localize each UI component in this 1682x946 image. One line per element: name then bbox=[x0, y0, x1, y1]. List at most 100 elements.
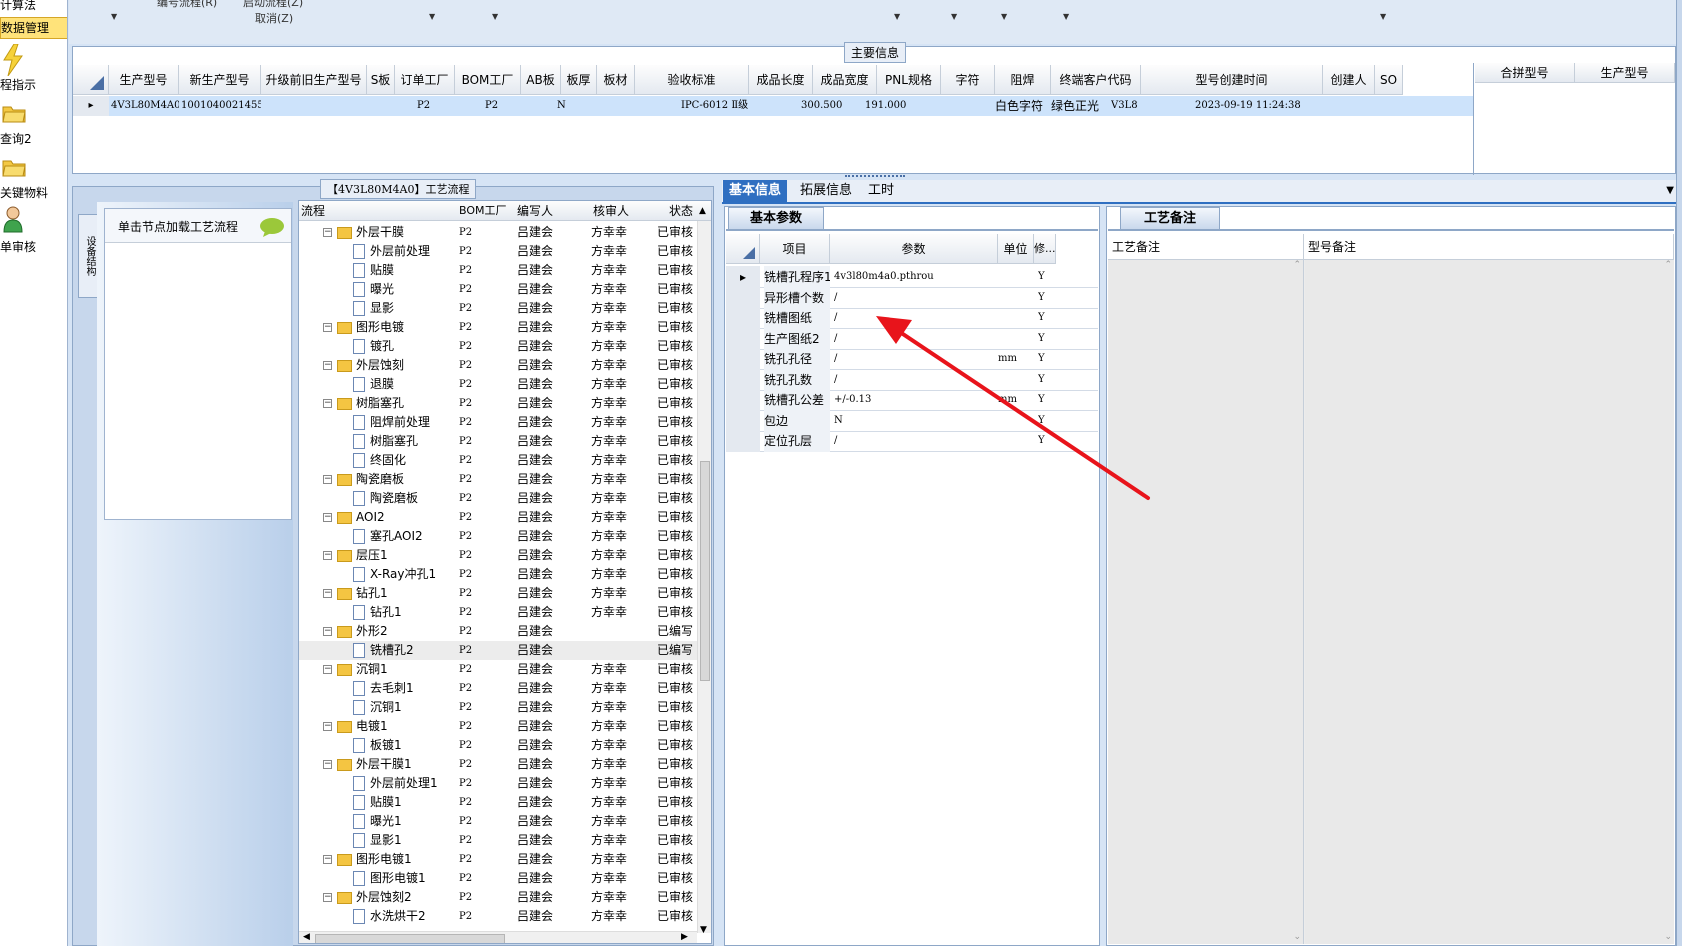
nav-item-query2[interactable]: 查询2 bbox=[0, 130, 67, 146]
width-cell[interactable]: 191.000 bbox=[865, 96, 925, 116]
nav-item-key-material[interactable]: 关键物料 bbox=[0, 184, 67, 200]
col-header[interactable]: 阻焊 bbox=[995, 65, 1051, 95]
chevron-down-icon[interactable]: ▼ bbox=[111, 12, 117, 21]
param-row[interactable]: 异形槽个数 / Y bbox=[726, 286, 1098, 309]
tree-vertical-scrollbar[interactable]: ▼ bbox=[697, 221, 711, 935]
tree-row[interactable]: 阻焊前处理 P2 吕建会 方幸幸 已审核 bbox=[299, 413, 699, 432]
customer-cell[interactable]: V3L8 bbox=[1111, 96, 1151, 116]
tree-row[interactable]: 水洗烘干2 P2 吕建会 方幸幸 已审核 bbox=[299, 907, 699, 926]
param-row[interactable]: 生产图纸2 / Y bbox=[726, 327, 1098, 350]
collapse-icon[interactable]: − bbox=[323, 760, 332, 769]
tree-row[interactable]: 板镀1 P2 吕建会 方幸幸 已审核 bbox=[299, 736, 699, 755]
collapse-icon[interactable]: − bbox=[323, 513, 332, 522]
tree-row[interactable]: − 层压1 P2 吕建会 方幸幸 已审核 bbox=[299, 546, 699, 565]
col-header[interactable]: SO bbox=[1375, 65, 1403, 95]
tree-row[interactable]: − 树脂塞孔 P2 吕建会 方幸幸 已审核 bbox=[299, 394, 699, 413]
col-header[interactable]: 创建人 bbox=[1323, 65, 1375, 95]
col-header[interactable]: 成品长度 bbox=[749, 65, 813, 95]
col-header[interactable]: S板 bbox=[367, 65, 395, 95]
model-cell[interactable]: 4V3L80M4A0 bbox=[111, 96, 179, 116]
col-header[interactable]: 编写人 bbox=[517, 201, 553, 221]
bom-factory-cell[interactable]: P2 bbox=[485, 96, 515, 116]
tree-row[interactable]: − 电镀1 P2 吕建会 方幸幸 已审核 bbox=[299, 717, 699, 736]
vertical-splitter[interactable] bbox=[714, 180, 722, 946]
solder-cell[interactable]: 绿色正光 bbox=[1051, 96, 1105, 116]
side-col-header[interactable]: 合拼型号 bbox=[1475, 63, 1575, 83]
scroll-down-icon[interactable]: ⌄ bbox=[1293, 932, 1301, 942]
chevron-down-icon[interactable]: ▼ bbox=[1063, 12, 1069, 21]
param-row[interactable]: 铣槽孔公差 +/-0.13 mm Y bbox=[726, 389, 1098, 411]
col-header[interactable]: 核审人 bbox=[593, 201, 629, 221]
scroll-up-icon[interactable]: ⌃ bbox=[1293, 260, 1301, 270]
collapse-icon[interactable]: − bbox=[323, 475, 332, 484]
scroll-down-icon[interactable]: ⌄ bbox=[1664, 932, 1672, 942]
col-header[interactable]: 字符 bbox=[941, 65, 995, 95]
tree-row[interactable]: 贴膜 P2 吕建会 方幸幸 已审核 bbox=[299, 261, 699, 280]
param-row[interactable]: 包边 N Y bbox=[726, 409, 1098, 432]
nav-item-data-management[interactable]: 数据管理 bbox=[0, 17, 67, 39]
char-cell[interactable]: 白色字符 bbox=[995, 96, 1047, 116]
order-factory-cell[interactable]: P2 bbox=[417, 96, 447, 116]
col-header[interactable]: 项目 bbox=[760, 234, 830, 264]
nav-item-review[interactable]: 单审核 bbox=[0, 238, 67, 254]
tab-extended-info[interactable]: 拓展信息 bbox=[794, 180, 858, 202]
col-header[interactable]: 工艺备注 bbox=[1108, 234, 1304, 260]
tree-row[interactable]: 曝光 P2 吕建会 方幸幸 已审核 bbox=[299, 280, 699, 299]
col-header[interactable]: 状态 bbox=[669, 201, 693, 221]
tree-row[interactable]: 终固化 P2 吕建会 方幸幸 已审核 bbox=[299, 451, 699, 470]
tree-row[interactable]: 去毛刺1 P2 吕建会 方幸幸 已审核 bbox=[299, 679, 699, 698]
collapse-icon[interactable]: − bbox=[323, 323, 332, 332]
param-row[interactable]: ▸ 铣槽孔程序1 4v3l80m4a0.pthrou Y bbox=[726, 266, 1098, 288]
col-header[interactable]: 参数 bbox=[830, 234, 998, 264]
process-notes-text[interactable]: ⌃ ⌄ bbox=[1108, 260, 1304, 944]
chevron-down-icon[interactable]: ▼ bbox=[1380, 12, 1386, 21]
tree-row[interactable]: 贴膜1 P2 吕建会 方幸幸 已审核 bbox=[299, 793, 699, 812]
scrollbar-thumb[interactable] bbox=[700, 461, 710, 681]
collapse-icon[interactable]: − bbox=[323, 893, 332, 902]
param-row[interactable]: 铣槽图纸 / Y bbox=[726, 307, 1098, 329]
vertical-tab-structure[interactable]: 设备结构 bbox=[78, 214, 98, 298]
standard-cell[interactable]: IPC-6012 Ⅱ级 bbox=[681, 96, 761, 116]
col-header[interactable]: BOM工厂 bbox=[455, 65, 521, 95]
collapse-icon[interactable]: − bbox=[323, 665, 332, 674]
tree-row[interactable]: 外层前处理 P2 吕建会 方幸幸 已审核 bbox=[299, 242, 699, 261]
tree-row[interactable]: − 外层干膜1 P2 吕建会 方幸幸 已审核 bbox=[299, 755, 699, 774]
col-header[interactable]: 流程 bbox=[301, 201, 325, 221]
collapse-icon[interactable]: − bbox=[323, 627, 332, 636]
model-notes-text[interactable]: ⌃ ⌄ bbox=[1305, 260, 1674, 944]
tree-row[interactable]: 外层前处理1 P2 吕建会 方幸幸 已审核 bbox=[299, 774, 699, 793]
created-cell[interactable]: 2023-09-19 11:24:38 bbox=[1195, 96, 1345, 116]
param-row[interactable]: 定位孔层 / Y bbox=[726, 430, 1098, 452]
param-row[interactable]: 铣孔孔数 / Y bbox=[726, 368, 1098, 391]
chevron-down-icon[interactable]: ▼ bbox=[1001, 12, 1007, 21]
tree-horizontal-scrollbar[interactable]: ◀ ▶ bbox=[299, 931, 697, 943]
splitter-handle[interactable] bbox=[845, 175, 905, 179]
chevron-down-icon[interactable]: ▼ bbox=[894, 12, 900, 21]
col-header[interactable]: BOM工厂 bbox=[459, 201, 507, 221]
col-header[interactable]: 成品宽度 bbox=[813, 65, 877, 95]
nav-item-calc[interactable]: 计算法 bbox=[0, 0, 67, 14]
tree-row[interactable]: X-Ray冲孔1 P2 吕建会 方幸幸 已审核 bbox=[299, 565, 699, 584]
col-header[interactable]: 板厚 bbox=[561, 65, 597, 95]
scrollbar-thumb[interactable] bbox=[315, 934, 505, 943]
tree-row[interactable]: − 外形2 P2 吕建会 已编写 bbox=[299, 622, 699, 641]
col-header[interactable]: 型号创建时间 bbox=[1141, 65, 1323, 95]
col-header[interactable]: 订单工厂 bbox=[395, 65, 455, 95]
length-cell[interactable]: 300.500 bbox=[801, 96, 861, 116]
collapse-icon[interactable]: − bbox=[323, 228, 332, 237]
chevron-down-icon[interactable]: ▼ bbox=[951, 12, 957, 21]
tab-process-notes[interactable]: 工艺备注 bbox=[1120, 207, 1220, 229]
tree-row[interactable]: 树脂塞孔 P2 吕建会 方幸幸 已审核 bbox=[299, 432, 699, 451]
col-header[interactable]: 终端客户代码 bbox=[1051, 65, 1141, 95]
tree-row[interactable]: 图形电镀1 P2 吕建会 方幸幸 已审核 bbox=[299, 869, 699, 888]
collapse-icon[interactable]: − bbox=[323, 551, 332, 560]
tree-row[interactable]: − 外层蚀刻 P2 吕建会 方幸幸 已审核 bbox=[299, 356, 699, 375]
tree-row[interactable]: − 沉铜1 P2 吕建会 方幸幸 已审核 bbox=[299, 660, 699, 679]
tree-row[interactable]: − 图形电镀 P2 吕建会 方幸幸 已审核 bbox=[299, 318, 699, 337]
col-header[interactable]: 升级前旧生产型号 bbox=[261, 65, 367, 95]
tree-row[interactable]: − 外层蚀刻2 P2 吕建会 方幸幸 已审核 bbox=[299, 888, 699, 907]
chevron-down-icon[interactable]: ▼ bbox=[429, 12, 435, 21]
scroll-down-icon[interactable]: ▼ bbox=[700, 925, 707, 935]
tree-row[interactable]: − 外层干膜 P2 吕建会 方幸幸 已审核 bbox=[299, 223, 699, 242]
col-header[interactable]: 单位 bbox=[998, 234, 1034, 264]
